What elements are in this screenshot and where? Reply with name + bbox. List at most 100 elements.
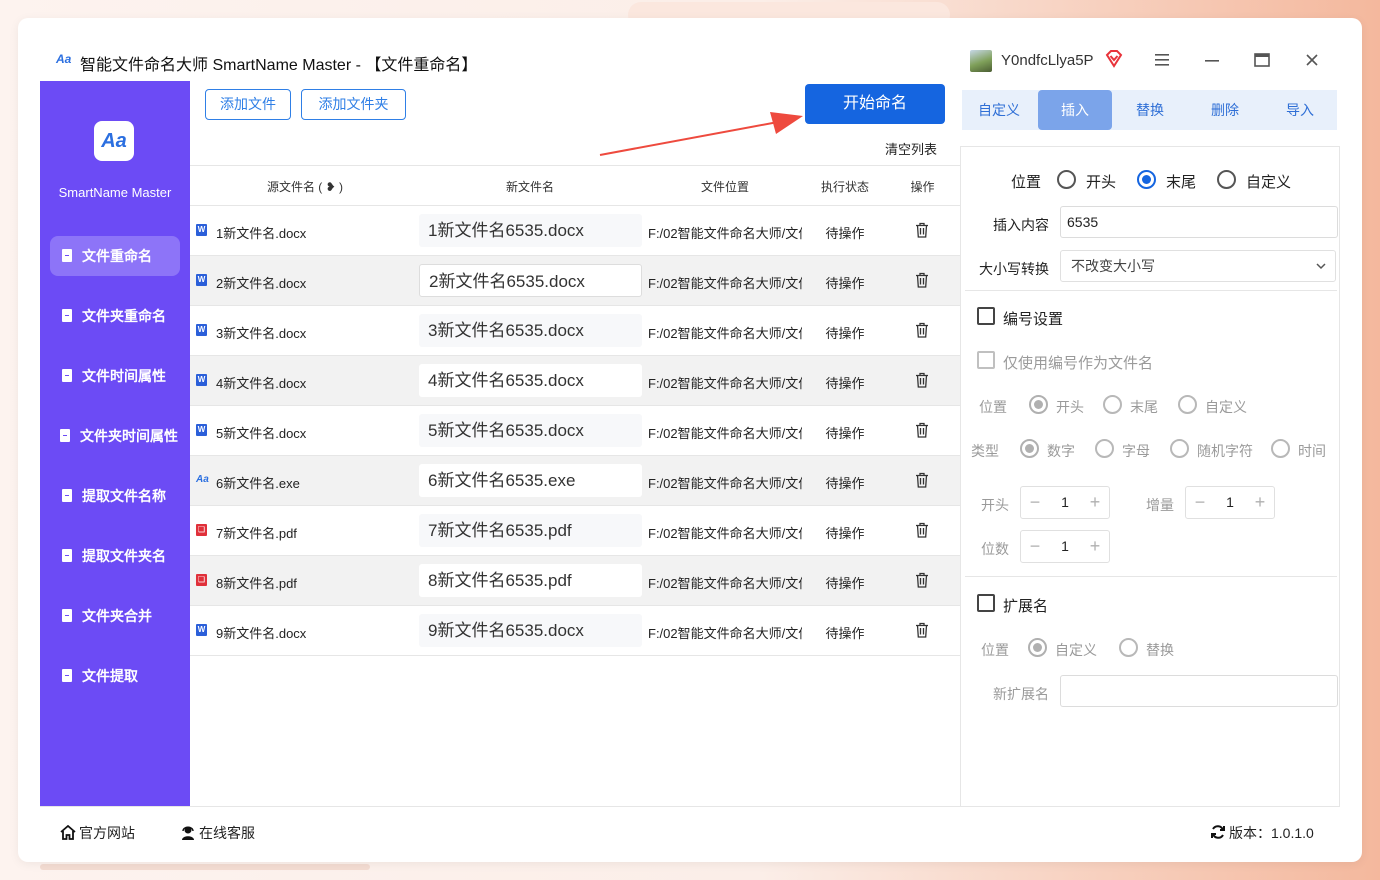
status-text: 待操作 xyxy=(825,526,865,541)
only-number-checkbox[interactable] xyxy=(977,351,995,369)
avatar[interactable] xyxy=(970,50,992,72)
table-row[interactable]: W 5新文件名.docx 5新文件名6535.docx F:/02智能文件命名大师/文… xyxy=(190,406,960,456)
clear-list-button[interactable]: 清空列表 xyxy=(885,139,937,158)
plus-icon[interactable]: + xyxy=(1081,487,1109,518)
file-location: F:/02智能文件命名大师/文件 xyxy=(648,576,802,591)
position-custom-radio[interactable] xyxy=(1217,170,1236,189)
minimize-icon[interactable] xyxy=(1200,48,1224,72)
background-strip xyxy=(40,864,370,870)
new-filename-field[interactable]: 2新文件名6535.docx xyxy=(419,264,642,297)
plus-icon[interactable]: + xyxy=(1246,487,1274,518)
new-extension-input[interactable] xyxy=(1060,675,1338,707)
trash-icon[interactable] xyxy=(915,422,929,438)
step-value-label: 增量 xyxy=(1146,497,1174,513)
table-row[interactable]: W 4新文件名.docx 4新文件名6535.docx F:/02智能文件命名大师/文… xyxy=(190,356,960,406)
extension-checkbox[interactable] xyxy=(977,594,995,612)
type-time-radio[interactable] xyxy=(1271,439,1290,458)
add-file-button[interactable]: 添加文件 xyxy=(205,89,291,120)
table-row[interactable]: W 9新文件名.docx 9新文件名6535.docx F:/02智能文件命名大师/文… xyxy=(190,606,960,656)
sidebar-item-folder-merge[interactable]: 文件夹合并 xyxy=(50,596,180,636)
trash-icon[interactable] xyxy=(915,572,929,588)
tab-custom[interactable]: 自定义 xyxy=(962,90,1036,130)
step-value-stepper[interactable]: − 1 + xyxy=(1185,486,1275,519)
sidebar-item-file-rename[interactable]: 文件重命名 xyxy=(50,236,180,276)
maximize-icon[interactable] xyxy=(1250,48,1274,72)
numbering-position-start-radio[interactable] xyxy=(1029,395,1048,414)
status-text: 待操作 xyxy=(825,376,865,391)
trash-icon[interactable] xyxy=(915,322,929,338)
numbering-position-end-radio[interactable] xyxy=(1103,395,1122,414)
numbering-position-custom-radio[interactable] xyxy=(1178,395,1197,414)
table-row[interactable]: Aa 6新文件名.exe 6新文件名6535.exe F:/02智能文件命名大师/文件… xyxy=(190,456,960,506)
footer: 官方网站 在线客服 版本：1.0.1.0 xyxy=(40,806,1340,862)
start-value-label: 开头 xyxy=(981,497,1009,513)
table-row[interactable]: W 3新文件名.docx 3新文件名6535.docx F:/02智能文件命名大师/文… xyxy=(190,306,960,356)
extension-replace-radio[interactable] xyxy=(1119,638,1138,657)
trash-icon[interactable] xyxy=(915,622,929,638)
column-header-status: 执行状态 xyxy=(820,180,869,194)
divider xyxy=(965,576,1337,577)
new-filename-field[interactable]: 8新文件名6535.pdf xyxy=(419,564,642,597)
new-filename-field[interactable]: 5新文件名6535.docx xyxy=(419,414,642,447)
position-end-radio[interactable] xyxy=(1137,170,1156,189)
table-row[interactable]: W 1新文件名.docx 1新文件名6535.docx F:/02智能文件命名大师/文… xyxy=(190,206,960,256)
trash-icon[interactable] xyxy=(915,272,929,288)
plus-icon[interactable]: + xyxy=(1081,531,1109,562)
sidebar-item-folder-time[interactable]: 文件夹时间属性 xyxy=(50,416,180,456)
version-info[interactable]: 版本：1.0.1.0 xyxy=(1210,823,1314,843)
sidebar-item-file-time[interactable]: 文件时间属性 xyxy=(50,356,180,396)
add-folder-button[interactable]: 添加文件夹 xyxy=(301,89,406,120)
sidebar-item-extract-filename[interactable]: 提取文件名称 xyxy=(50,476,180,516)
position-start-radio[interactable] xyxy=(1057,170,1076,189)
numbering-position-start-label: 开头 xyxy=(1056,399,1084,415)
new-filename-field[interactable]: 3新文件名6535.docx xyxy=(419,314,642,347)
pdf-file-icon: ❏ xyxy=(196,524,207,536)
username[interactable]: Y0ndfcLlya5P xyxy=(1001,52,1094,69)
new-filename-field[interactable]: 4新文件名6535.docx xyxy=(419,364,642,397)
new-filename-field[interactable]: 6新文件名6535.exe xyxy=(419,464,642,497)
sidebar-item-file-extract[interactable]: 文件提取 xyxy=(50,656,180,696)
tab-delete[interactable]: 删除 xyxy=(1188,90,1262,130)
new-filename-field[interactable]: 7新文件名6535.pdf xyxy=(419,514,642,547)
tab-replace[interactable]: 替换 xyxy=(1113,90,1187,130)
vip-diamond-icon[interactable] xyxy=(1104,49,1124,69)
word-file-icon: W xyxy=(196,624,207,636)
trash-icon[interactable] xyxy=(915,522,929,538)
table-row[interactable]: ❏ 7新文件名.pdf 7新文件名6535.pdf F:/02智能文件命名大师/文件 待… xyxy=(190,506,960,556)
tab-insert[interactable]: 插入 xyxy=(1038,90,1112,130)
table-row[interactable]: ❏ 8新文件名.pdf 8新文件名6535.pdf F:/02智能文件命名大师/文件 待… xyxy=(190,556,960,606)
numbering-checkbox[interactable] xyxy=(977,307,995,325)
official-website-link[interactable]: 官方网站 xyxy=(60,823,135,843)
case-conversion-select[interactable]: 不改变大小写 xyxy=(1060,250,1336,282)
type-number-radio[interactable] xyxy=(1020,439,1039,458)
start-value-stepper[interactable]: − 1 + xyxy=(1020,486,1110,519)
online-service-link[interactable]: 在线客服 xyxy=(180,823,255,843)
status-text: 待操作 xyxy=(825,576,865,591)
menu-icon[interactable] xyxy=(1150,48,1174,72)
sidebar-item-folder-rename[interactable]: 文件夹重命名 xyxy=(50,296,180,336)
extension-custom-radio[interactable] xyxy=(1028,638,1047,657)
type-random-radio[interactable] xyxy=(1170,439,1189,458)
table-row[interactable]: W 2新文件名.docx 2新文件名6535.docx F:/02智能文件命名大师/文… xyxy=(190,256,960,306)
insert-content-input[interactable]: 6535 xyxy=(1060,206,1338,238)
type-letter-radio[interactable] xyxy=(1095,439,1114,458)
only-number-label: 仅使用编号作为文件名 xyxy=(1003,355,1154,372)
digits-value-stepper[interactable]: − 1 + xyxy=(1020,530,1110,563)
start-rename-button[interactable]: 开始命名 xyxy=(805,84,945,124)
file-icon xyxy=(62,369,72,382)
minus-icon[interactable]: − xyxy=(1021,487,1049,518)
file-icon xyxy=(62,489,72,502)
new-filename-field[interactable]: 1新文件名6535.docx xyxy=(419,214,642,247)
sidebar-logo-icon: Aa xyxy=(94,121,134,161)
minus-icon[interactable]: − xyxy=(1021,531,1049,562)
trash-icon[interactable] xyxy=(915,472,929,488)
minus-icon[interactable]: − xyxy=(1186,487,1214,518)
tab-import[interactable]: 导入 xyxy=(1263,90,1337,130)
trash-icon[interactable] xyxy=(915,222,929,238)
close-icon[interactable] xyxy=(1300,48,1324,72)
sidebar-item-extract-foldername[interactable]: 提取文件夹名 xyxy=(50,536,180,576)
new-filename-field[interactable]: 9新文件名6535.docx xyxy=(419,614,642,647)
column-header-source[interactable]: 源文件名 ( ❥ ) xyxy=(230,178,380,195)
position-custom-label: 自定义 xyxy=(1246,174,1292,191)
trash-icon[interactable] xyxy=(915,372,929,388)
